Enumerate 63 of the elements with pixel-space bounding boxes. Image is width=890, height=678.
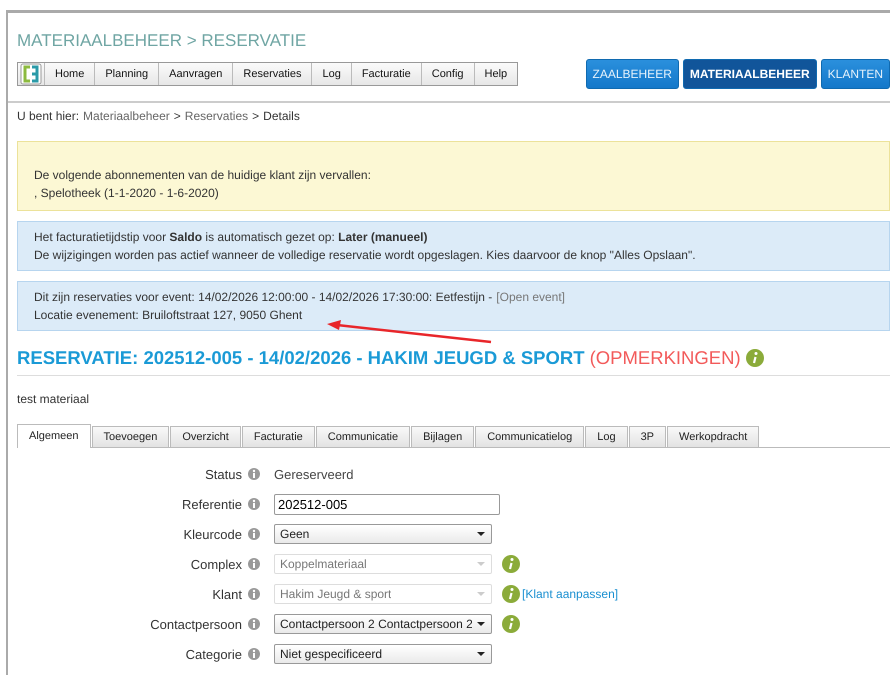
tab[interactable]: Facturatie xyxy=(242,426,315,447)
caret-icon xyxy=(476,621,486,627)
input-field[interactable]: 202512-005 xyxy=(274,494,500,514)
notice-text: De volgende abonnementen van de huidige klant zijn vervallen: xyxy=(34,167,371,184)
open-event-link[interactable]: [Open event] xyxy=(496,288,566,306)
caret-icon xyxy=(476,561,486,567)
tab[interactable]: Communicatie xyxy=(316,426,410,447)
page-title: MATERIAALBEHEER > RESERVATIE xyxy=(17,31,308,51)
menu-item[interactable]: Facturatie xyxy=(350,63,421,85)
reservation-heading: RESERVATIE: 202512-005 - 14/02/2026 - HAKIM JEUGD & SPORT xyxy=(17,347,585,369)
info-icon[interactable] xyxy=(248,468,260,480)
notice-text: Dit zijn reservaties voor event: 14/02/2026 12:00:00 - 14/02/2026 17:30:00: Eetfestijn - xyxy=(34,289,492,306)
tab[interactable]: Werkopdracht xyxy=(667,426,760,447)
tab[interactable]: Toevoegen xyxy=(92,426,170,447)
dropdown[interactable]: Contactpersoon 2 Contactpersoon 2 xyxy=(274,614,492,634)
field-label: Complex xyxy=(190,556,242,572)
field-label: Referentie xyxy=(182,496,242,512)
menu-item[interactable]: Config xyxy=(420,63,474,85)
info-icon[interactable] xyxy=(248,618,260,630)
info-icon[interactable] xyxy=(248,588,260,600)
info-icon[interactable] xyxy=(248,648,260,660)
module-button[interactable]: MATERIAALBEHEER xyxy=(682,59,817,89)
breadcrumb-label: U bent hier: xyxy=(17,109,80,123)
menu-item[interactable]: Aanvragen xyxy=(158,63,232,85)
description-text: test materiaal xyxy=(17,392,90,406)
info-icon[interactable] xyxy=(746,349,764,367)
tab[interactable]: Bijlagen xyxy=(411,426,474,447)
breadcrumb-link[interactable]: Materiaalbeheer xyxy=(83,109,170,123)
module-button[interactable]: KLANTEN xyxy=(820,59,890,89)
notice-text: De wijzigingen worden pas actief wanneer de volledige reservatie wordt opgeslagen. Kies daarvoor de knop "Alles Opslaan". xyxy=(34,247,696,264)
menu-item[interactable]: Help xyxy=(474,63,518,85)
menu-item[interactable]: Log xyxy=(311,63,351,85)
info-icon[interactable] xyxy=(248,498,260,510)
breadcrumb-current: Details xyxy=(263,109,300,123)
info-icon[interactable] xyxy=(502,615,520,633)
breadcrumb-separator: > xyxy=(252,109,260,123)
tab[interactable]: Algemeen xyxy=(17,424,91,448)
notice-text: Het facturatietijdstip voor Saldo is automatisch gezet op: Later (manueel) xyxy=(34,229,428,246)
notice-text: Locatie evenement: Bruiloftstraat 127, 9050 Ghent xyxy=(34,307,302,324)
field-label: Klant xyxy=(212,586,242,602)
info-icon[interactable] xyxy=(248,528,260,540)
caret-icon xyxy=(476,591,486,597)
tab[interactable]: Log xyxy=(585,426,628,447)
info-icon[interactable] xyxy=(248,558,260,570)
field-label: Status xyxy=(205,466,242,482)
breadcrumb-separator: > xyxy=(174,109,181,123)
menu-item[interactable]: Home xyxy=(44,63,94,85)
tab[interactable]: Communicatielog xyxy=(475,426,584,447)
tab[interactable]: Overzicht xyxy=(170,426,241,447)
tab[interactable]: 3P xyxy=(628,426,666,447)
dropdown[interactable]: Geen xyxy=(274,524,492,544)
caret-icon xyxy=(476,531,486,537)
menu-item[interactable]: Planning xyxy=(94,63,158,85)
menu-item[interactable]: Reservaties xyxy=(232,63,312,85)
module-button[interactable]: ZAALBEHEER xyxy=(586,59,679,89)
status-value: Gereserveerd xyxy=(274,466,354,482)
field-label: Categorie xyxy=(186,646,242,662)
dropdown[interactable]: Niet gespecificeerd xyxy=(274,644,492,664)
breadcrumb-link[interactable]: Reservaties xyxy=(184,109,248,123)
caret-icon xyxy=(476,651,486,657)
notice-text: , Spelotheek (1-1-2020 - 1-6-2020) xyxy=(34,185,219,202)
field-label: Contactpersoon xyxy=(150,616,242,632)
field-label: Kleurcode xyxy=(183,526,242,542)
